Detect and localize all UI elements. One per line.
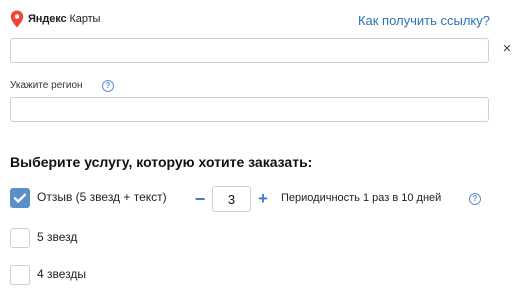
region-input[interactable] [10,97,489,122]
order-form: Яндекс Карты Как получить ссылку? × Укаж… [0,0,523,294]
map-pin-icon [10,10,24,28]
yandex-maps-logo: Яндекс Карты [10,10,100,28]
map-url-input[interactable] [10,38,489,63]
question-circle-icon[interactable]: ? [469,193,481,205]
how-to-get-link[interactable]: Как получить ссылку? [358,13,490,28]
brand-bold: Яндекс [28,13,67,25]
region-label: Укажите регион [10,80,83,91]
checkbox-4-stars[interactable] [10,265,30,285]
section-title: Выберите услугу, которую хотите заказать… [10,154,313,170]
brand-rest: Карты [66,13,101,25]
option-label-5-stars: 5 звезд [37,230,78,244]
question-circle-icon[interactable]: ? [102,80,114,92]
periodicity-label: Периодичность 1 раз в 10 дней [281,192,442,204]
increment-button[interactable]: + [256,189,270,209]
option-label-4-stars: 4 звезды [37,267,87,281]
checkbox-5-stars[interactable] [10,228,30,248]
checkbox-review[interactable] [10,188,30,208]
option-label-review: Отзыв (5 звезд + текст) [37,190,167,204]
quantity-input[interactable] [212,186,251,212]
decrement-button[interactable]: − [193,189,207,209]
checkmark-icon [13,193,27,203]
close-icon[interactable]: × [500,41,514,57]
brand-text: Яндекс Карты [28,13,100,25]
